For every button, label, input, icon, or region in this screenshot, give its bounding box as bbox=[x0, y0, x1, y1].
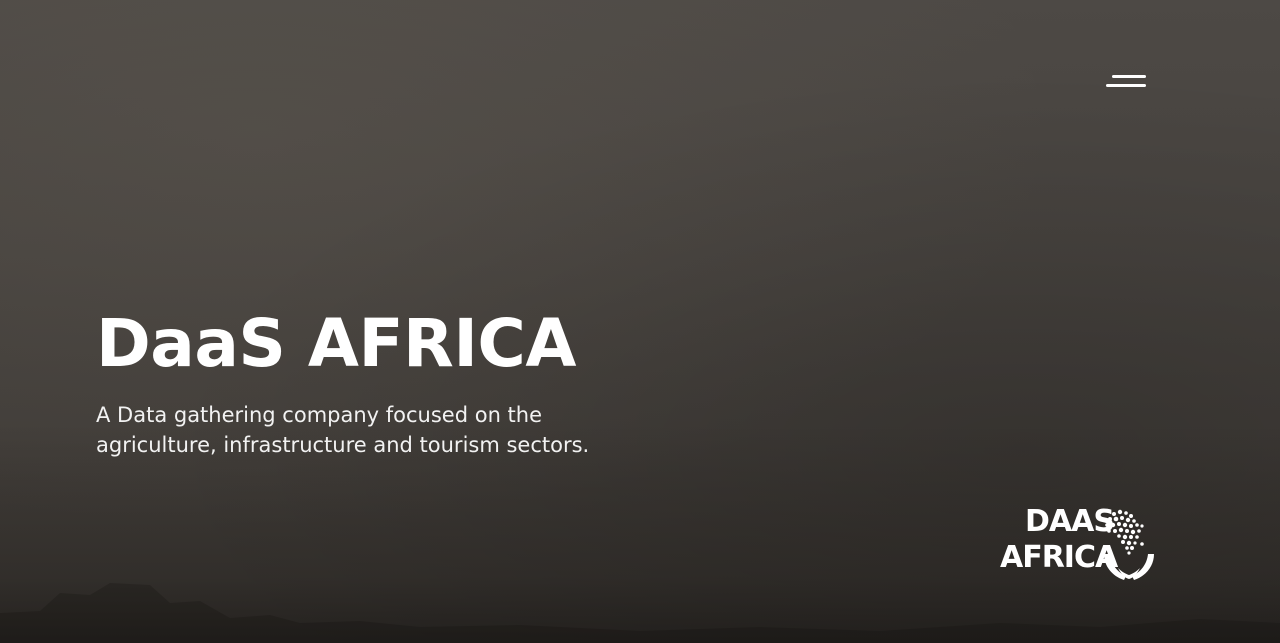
menu-bar-top bbox=[1112, 75, 1146, 78]
brand-wordmark: DAAS AFRICA bbox=[1000, 504, 1118, 576]
hamburger-menu-icon[interactable] bbox=[1102, 72, 1150, 96]
hero-section: DaaS AFRICA A Data gathering company foc… bbox=[0, 0, 1280, 643]
brand-logo[interactable]: DAAS AFRICA bbox=[1000, 504, 1160, 586]
hero-title: DaaS AFRICA bbox=[96, 305, 576, 382]
africa-map-hands-icon bbox=[1104, 509, 1154, 580]
hero-subtitle: A Data gathering company focused on the … bbox=[96, 403, 590, 457]
menu-bar-bottom bbox=[1106, 84, 1146, 87]
brand-line-daas: DAAS bbox=[1025, 504, 1115, 539]
brand-line-africa: AFRICA bbox=[1000, 540, 1118, 575]
